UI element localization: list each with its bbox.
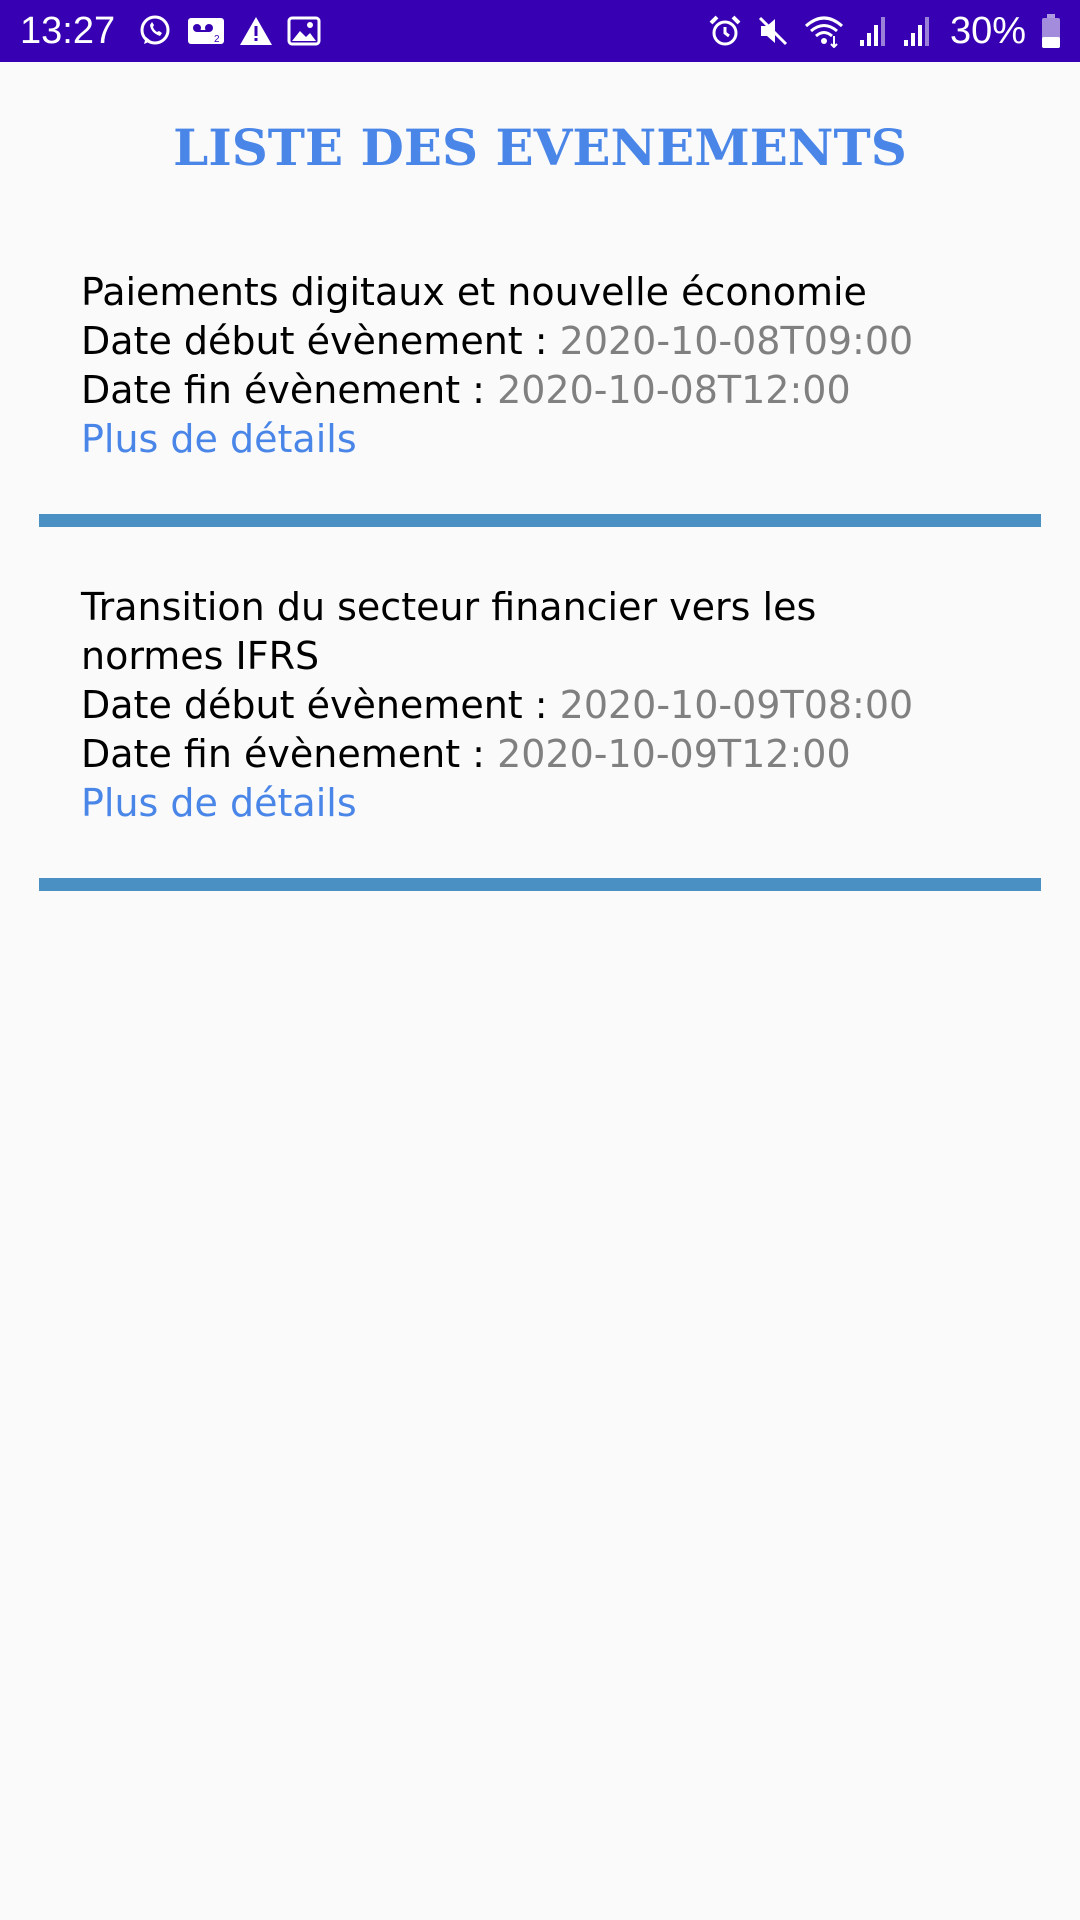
wifi-icon [804,14,844,48]
event-details-link[interactable]: Plus de détails [81,779,357,828]
event-start-label: Date début évènement : [81,319,560,363]
system-icons: 30% [708,10,1062,53]
mute-icon [756,14,790,48]
page-title: LISTE DES EVENEMENTS [173,118,907,177]
signal-icon [902,14,932,48]
divider [39,514,1041,527]
whatsapp-icon [137,13,173,49]
event-item: Transition du secteur financier vers les… [81,583,961,828]
signal-icon [858,14,888,48]
status-time: 13:27 [20,9,116,52]
event-item: Paiements digitaux et nouvelle économie … [81,268,961,464]
svg-text:2: 2 [214,34,220,45]
status-bar: 13:27 2 30% [0,0,1080,62]
warning-icon [239,15,273,47]
battery-icon [1040,13,1062,49]
event-start-row: Date début évènement : 2020-10-08T09:00 [81,317,961,366]
event-end-label: Date fin évènement : [81,368,498,412]
event-end-value: 2020-10-09T12:00 [497,732,851,776]
notification-icons: 2 [137,13,321,49]
event-title: Paiements digitaux et nouvelle économie [81,270,867,314]
event-end-row: Date fin évènement : 2020-10-09T12:00 [81,730,961,779]
event-details-link[interactable]: Plus de détails [81,415,357,464]
event-start-value: 2020-10-09T08:00 [559,683,914,727]
event-start-value: 2020-10-08T09:00 [559,319,914,363]
event-end-row: Date fin évènement : 2020-10-08T12:00 [81,366,961,415]
event-start-row: Date début évènement : 2020-10-09T08:00 [81,681,961,730]
event-end-label: Date fin évènement : [81,732,498,776]
battery-percent: 30% [949,9,1026,52]
event-end-value: 2020-10-08T12:00 [497,368,851,412]
event-title: Transition du secteur financier vers les… [81,585,817,678]
divider [39,878,1041,891]
event-start-label: Date début évènement : [81,683,560,727]
image-icon [287,15,321,47]
voicemail-icon: 2 [187,15,225,47]
alarm-icon [708,14,742,48]
